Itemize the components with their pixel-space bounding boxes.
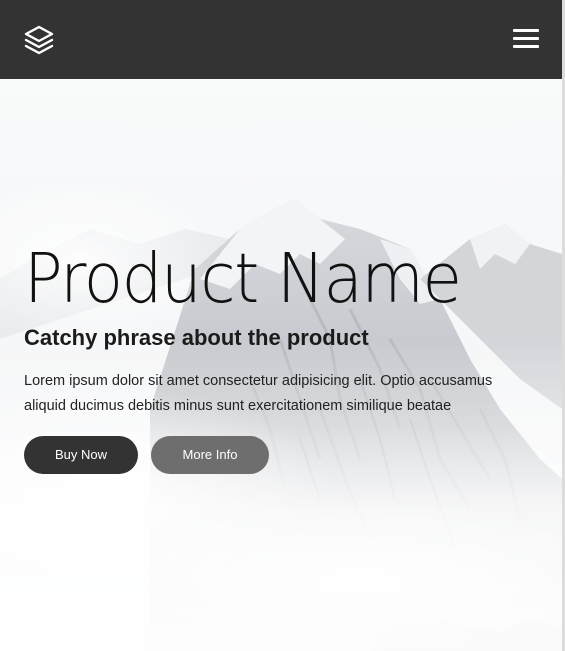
hero-buttons: Buy Now More Info — [24, 436, 544, 474]
page: Product Name Catchy phrase about the pro… — [0, 0, 565, 651]
hamburger-menu-icon[interactable] — [513, 28, 541, 50]
product-title: Product Name — [24, 239, 462, 319]
hero-content: Product Name Catchy phrase about the pro… — [24, 239, 544, 474]
more-info-button[interactable]: More Info — [151, 436, 269, 474]
top-navbar — [0, 0, 562, 79]
product-description: Lorem ipsum dolor sit amet consectetur a… — [24, 373, 493, 414]
hero-section: Product Name Catchy phrase about the pro… — [0, 79, 562, 651]
buy-now-button[interactable]: Buy Now — [24, 436, 138, 474]
layers-logo-icon[interactable] — [24, 25, 54, 55]
product-tagline: Catchy phrase about the product — [24, 325, 369, 350]
